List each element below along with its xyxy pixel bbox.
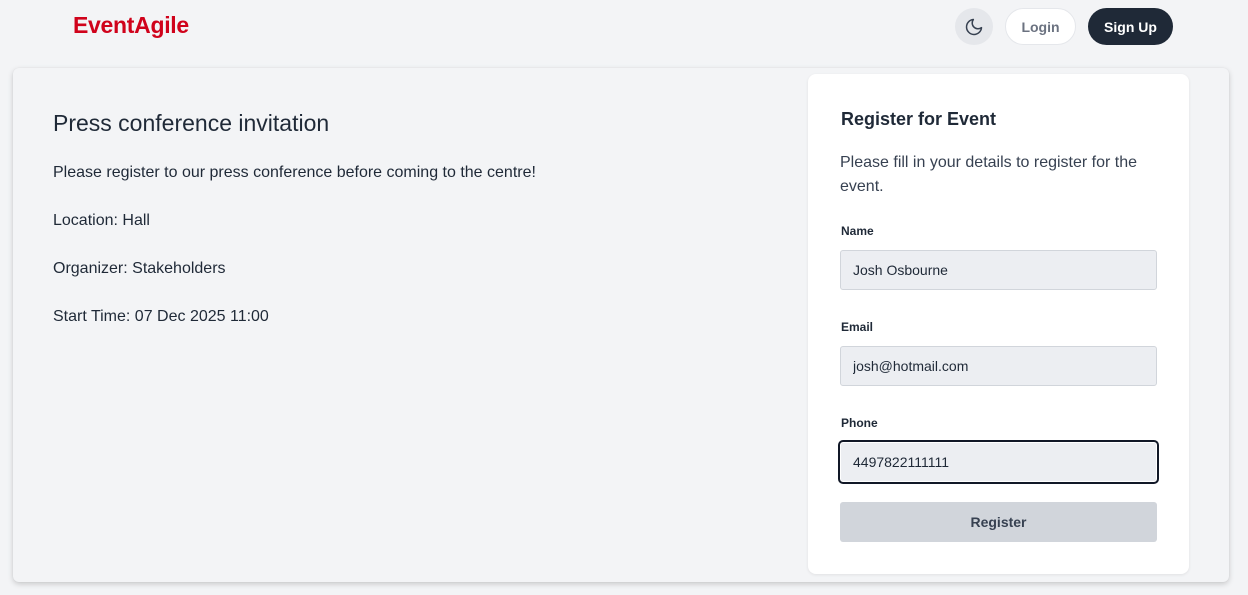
theme-toggle-button[interactable] xyxy=(955,8,993,45)
phone-input[interactable] xyxy=(838,440,1159,484)
event-title: Press conference invitation xyxy=(53,110,330,136)
login-button[interactable]: Login xyxy=(1005,8,1076,45)
email-input[interactable] xyxy=(840,346,1157,386)
brand-logo[interactable]: EventAgile xyxy=(73,12,189,39)
registration-description: Please fill in your details to register … xyxy=(840,154,1138,195)
event-organizer: Organizer: Stakeholders xyxy=(53,260,226,277)
event-start-time: Start Time: 07 Dec 2025 11:00 xyxy=(53,308,269,325)
email-label: Email xyxy=(841,320,874,334)
name-input[interactable] xyxy=(840,250,1157,290)
register-button[interactable]: Register xyxy=(840,502,1157,542)
top-navbar: EventAgile Login Sign Up xyxy=(0,0,1248,52)
event-description: Please register to our press conference … xyxy=(53,164,536,181)
event-location: Location: Hall xyxy=(53,212,150,229)
registration-title: Register for Event xyxy=(841,109,997,129)
phone-label: Phone xyxy=(841,416,878,430)
moon-icon xyxy=(965,18,983,35)
signup-button[interactable]: Sign Up xyxy=(1088,8,1173,45)
name-label: Name xyxy=(841,224,874,238)
